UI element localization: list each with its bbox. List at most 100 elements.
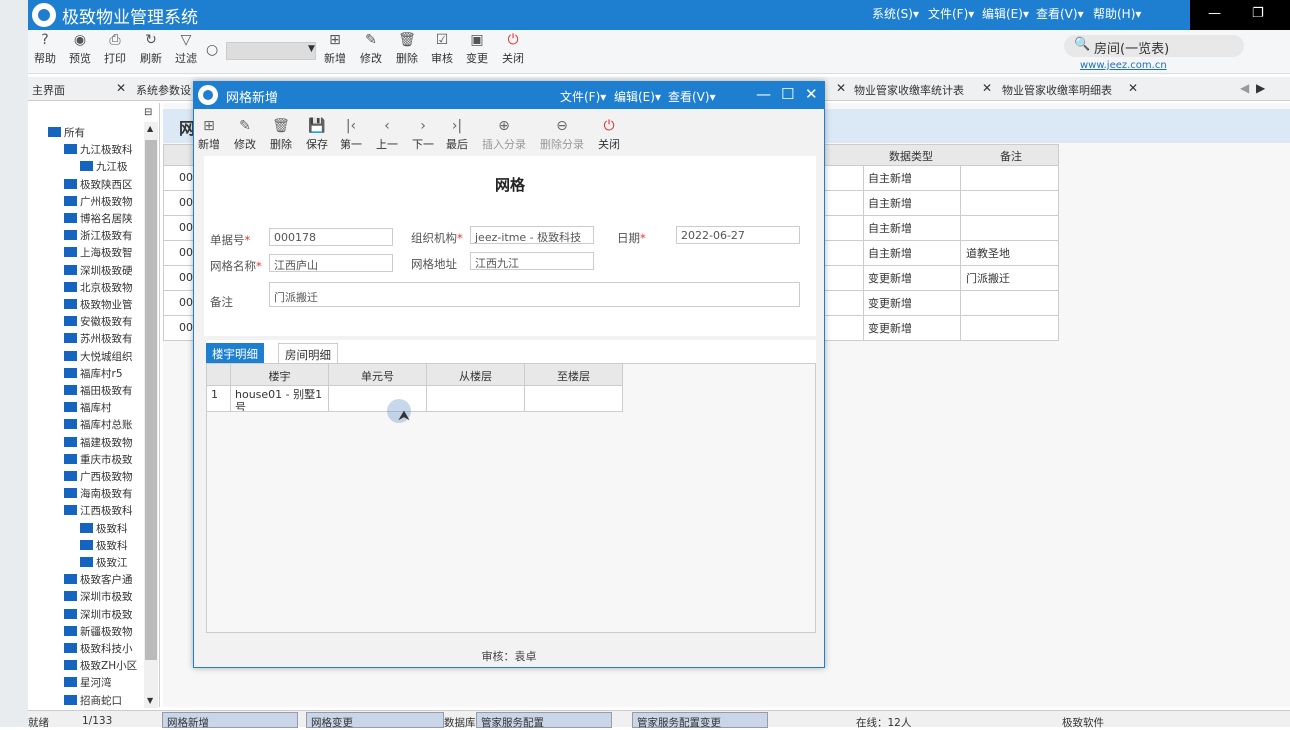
minimize-icon[interactable]: — bbox=[1208, 6, 1221, 21]
dialog-menu-file[interactable]: 文件(F)▾ bbox=[560, 88, 606, 105]
status-tab-grid-change[interactable]: 网格变更 bbox=[306, 712, 444, 729]
website-link[interactable]: www.jeez.com.cn bbox=[1080, 60, 1167, 71]
tree-node[interactable]: 福建极致物 bbox=[64, 435, 142, 450]
dialog-prev-button[interactable]: ‹ 上一 bbox=[376, 118, 398, 152]
tree-node[interactable]: 极致陕西区 bbox=[64, 177, 142, 192]
tree-node[interactable]: 博裕名居陕 bbox=[64, 211, 142, 226]
dialog-save-button[interactable]: 💾 保存 bbox=[306, 118, 328, 152]
audit-button[interactable]: ☑ 审核 bbox=[427, 32, 457, 66]
col-header-building[interactable]: 楼宇 bbox=[231, 364, 329, 386]
tree-node[interactable]: 极致客户通 bbox=[64, 572, 142, 587]
tree-node[interactable]: 深圳极致硬 bbox=[64, 263, 142, 278]
date-input[interactable]: 2022-06-27 bbox=[676, 226, 800, 244]
tree-node[interactable]: 新疆极致物 bbox=[64, 624, 142, 639]
restore-icon[interactable]: ❐ bbox=[1252, 6, 1264, 21]
add-button[interactable]: ⊞ 新增 bbox=[320, 32, 350, 66]
dialog-add-button[interactable]: ⊞ 新增 bbox=[198, 118, 220, 152]
delete-button[interactable]: 🗑 删除 bbox=[392, 32, 422, 66]
bg-col-header-type[interactable]: 数据类型 bbox=[863, 148, 959, 164]
name-input[interactable]: 江西庐山 bbox=[269, 254, 393, 272]
tree-node[interactable]: 九江极致科 bbox=[64, 142, 142, 157]
tree-node[interactable]: 大悦城组织 bbox=[64, 349, 142, 364]
tree-node[interactable]: 重庆市极致 bbox=[64, 452, 142, 467]
close-icon[interactable]: ✕ bbox=[982, 81, 992, 95]
close-icon[interactable]: ✕ bbox=[1128, 81, 1138, 95]
tab-room-detail[interactable]: 房间明细 bbox=[278, 343, 338, 364]
remark-input[interactable]: 门派搬迁 bbox=[269, 282, 800, 307]
tree-node[interactable]: 所有 bbox=[48, 125, 142, 140]
tree-node[interactable]: 极致科技小 bbox=[64, 641, 142, 656]
tree-node[interactable]: 福库村 bbox=[64, 400, 142, 415]
status-tab-grid-add[interactable]: 网格新增 bbox=[162, 712, 298, 729]
dialog-minus-circle-button[interactable]: ⊖ 删除分录 bbox=[540, 118, 584, 152]
menu-view[interactable]: 查看(V)▾ bbox=[1036, 5, 1084, 22]
dialog-trash-button[interactable]: 🗑 删除 bbox=[270, 118, 292, 152]
menu-edit[interactable]: 编辑(E)▾ bbox=[982, 5, 1029, 22]
col-header-to-floor[interactable]: 至楼层 bbox=[525, 364, 623, 386]
tree-node[interactable]: 广西极致物 bbox=[64, 469, 142, 484]
tree-node[interactable]: 苏州极致有 bbox=[64, 331, 142, 346]
status-tab-service-config-change[interactable]: 管家服务配置变更 bbox=[632, 712, 768, 729]
dialog-next-button[interactable]: › 下一 bbox=[412, 118, 434, 152]
tree-node[interactable]: 极致ZH小区 bbox=[64, 658, 142, 673]
change-button[interactable]: ▣ 变更 bbox=[462, 32, 492, 66]
tree-node[interactable]: 极致科 bbox=[80, 538, 142, 553]
close-icon[interactable]: ✕ bbox=[116, 81, 126, 95]
tree-node[interactable]: 极致江 bbox=[80, 555, 142, 570]
pin-icon[interactable]: ⊟ bbox=[144, 107, 152, 118]
room-search-input[interactable]: 🔍 房间(一览表) bbox=[1064, 35, 1244, 57]
tree-node[interactable]: 极致物业管 bbox=[64, 297, 142, 312]
tree-node[interactable]: 深圳市极致 bbox=[64, 607, 142, 622]
tab-scroll-left-icon[interactable]: ◀ bbox=[1240, 81, 1249, 95]
dialog-menu-edit[interactable]: 编辑(E)▾ bbox=[614, 88, 661, 105]
minimize-icon[interactable]: — bbox=[756, 85, 771, 103]
doc-no-input[interactable]: 000178 bbox=[269, 228, 393, 246]
close-button[interactable]: ⏻ 关闭 bbox=[498, 32, 528, 66]
tree-node[interactable]: 极致科 bbox=[80, 521, 142, 536]
menu-help[interactable]: 帮助(H)▾ bbox=[1093, 5, 1141, 22]
col-header-from-floor[interactable]: 从楼层 bbox=[427, 364, 525, 386]
dialog-first-button[interactable]: |‹ 第一 bbox=[340, 118, 362, 152]
close-icon[interactable]: ✕ bbox=[805, 85, 818, 103]
help-button[interactable]: ? 帮助 bbox=[30, 32, 60, 66]
edit-button[interactable]: ✎ 修改 bbox=[356, 32, 386, 66]
tree-node[interactable]: 福库村r5 bbox=[64, 366, 142, 381]
tree-node[interactable]: 上海极致智 bbox=[64, 245, 142, 260]
dialog-power-button[interactable]: ⏻ 关闭 bbox=[598, 118, 620, 152]
cell-from-floor[interactable] bbox=[427, 386, 525, 412]
scroll-down-icon[interactable]: ▼ bbox=[147, 696, 153, 705]
status-tab-service-config[interactable]: 管家服务配置 bbox=[476, 712, 612, 729]
cell-unit[interactable] bbox=[329, 386, 427, 412]
address-input[interactable]: 江西九江 bbox=[470, 252, 594, 270]
tab-building-detail[interactable]: 楼宇明细 bbox=[206, 343, 264, 364]
tree-node[interactable]: 招商蛇口 bbox=[64, 693, 142, 708]
maximize-icon[interactable]: ☐ bbox=[781, 85, 794, 103]
scroll-thumb[interactable] bbox=[145, 140, 157, 660]
tab-system-params[interactable]: 系统参数设 bbox=[136, 82, 191, 98]
tab-home[interactable]: 主界面 bbox=[32, 82, 65, 98]
menu-system[interactable]: 系统(S)▾ bbox=[872, 5, 919, 22]
tab-collection-detail[interactable]: 物业管家收缴率明细表 bbox=[1002, 82, 1112, 98]
dialog-edit-button[interactable]: ✎ 修改 bbox=[234, 118, 256, 152]
tab-collection-stats[interactable]: 物业管家收缴率统计表 bbox=[854, 82, 964, 98]
tree-node[interactable]: 深圳市极致 bbox=[64, 589, 142, 604]
org-input[interactable]: jeez-itme - 极致科技 bbox=[470, 226, 594, 244]
filter-button[interactable]: ▽ 过滤 bbox=[171, 32, 201, 66]
cell-to-floor[interactable] bbox=[525, 386, 623, 412]
tree-node[interactable]: 浙江极致有 bbox=[64, 228, 142, 243]
print-button[interactable]: ⎙ 打印 bbox=[100, 32, 130, 66]
tree-node[interactable]: 星河湾 bbox=[64, 675, 142, 690]
refresh-button[interactable]: ↻ 刷新 bbox=[136, 32, 166, 66]
cell-building[interactable]: house01 - 别墅1号 bbox=[231, 386, 329, 412]
tree-node[interactable]: 广州极致物 bbox=[64, 194, 142, 209]
tree-node[interactable]: 福田极致有 bbox=[64, 383, 142, 398]
dialog-last-button[interactable]: ›| 最后 bbox=[446, 118, 468, 152]
tree-node[interactable]: 北京极致物 bbox=[64, 280, 142, 295]
toolbar-search-input[interactable] bbox=[226, 42, 316, 60]
dialog-plus-circle-button[interactable]: ⊕ 插入分录 bbox=[482, 118, 526, 152]
tree-node[interactable]: 安徽极致有 bbox=[64, 314, 142, 329]
chevron-down-icon[interactable]: ▼ bbox=[308, 44, 315, 54]
col-header-unit[interactable]: 单元号 bbox=[329, 364, 427, 386]
dialog-menu-view[interactable]: 查看(V)▾ bbox=[668, 88, 716, 105]
tree-node[interactable]: 海南极致有 bbox=[64, 486, 142, 501]
